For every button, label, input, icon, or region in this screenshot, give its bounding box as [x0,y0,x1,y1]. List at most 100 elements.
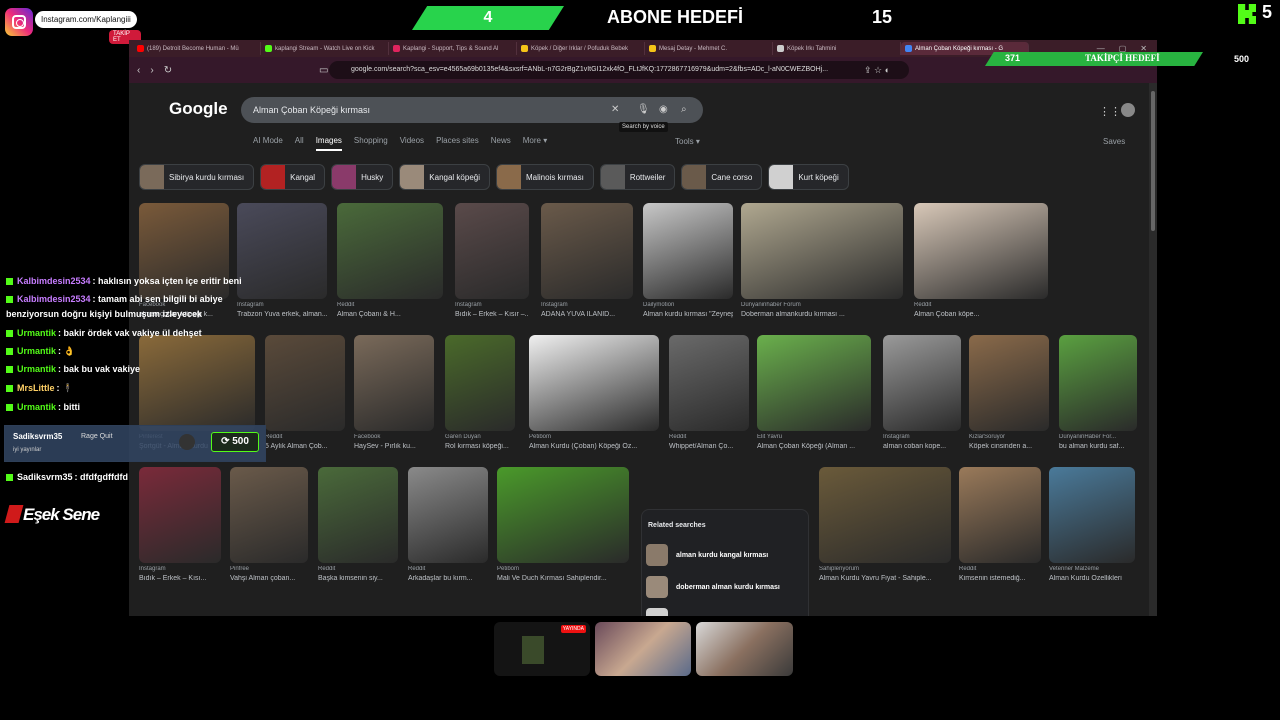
refine-chip[interactable]: Kangal [260,164,326,190]
maximize-icon[interactable]: ▢ [1119,44,1127,53]
image-source[interactable]: Garen Duyan [445,434,515,440]
image-result[interactable] [337,203,443,299]
image-source[interactable]: Petibom [529,434,659,440]
image-result[interactable] [237,203,327,299]
image-caption[interactable]: 5 Aylık Alman Çob... [265,443,345,450]
image-caption[interactable]: HaySev - Pırlık ku... [354,443,434,450]
image-source[interactable]: Reddit [337,302,443,308]
image-caption[interactable]: Alman Kurdu (Çoban) Köpeği Öz... [529,443,659,450]
search-tab[interactable]: Videos [400,136,424,151]
related-search-item[interactable]: doberman alman kurdu kırması [646,574,780,600]
image-source[interactable]: Reddit [265,434,345,440]
image-source[interactable]: KizlarSoruyor [969,434,1049,440]
image-caption[interactable]: bu alman kurdu saf... [1059,443,1137,450]
image-caption[interactable]: Arkadaşlar bu kırm... [408,575,488,582]
search-input[interactable]: Alman Çoban Köpeği kırması ✕ 🎙 ◉ ⌕ [241,97,703,123]
image-source[interactable]: Petibom [497,566,629,572]
image-result[interactable] [757,335,871,431]
image-source[interactable]: Reddit [914,302,1048,308]
browser-tab[interactable]: kaplangi Stream - Watch Live on Kick [261,42,389,55]
image-result[interactable] [354,335,434,431]
refine-chip[interactable]: Rottweiler [599,164,676,190]
image-caption[interactable]: Doberman almankurdu kırması ... [741,311,903,318]
image-result[interactable] [914,203,1048,299]
scrollbar[interactable] [1149,83,1157,616]
bookmark-icon[interactable]: ▭ [319,65,328,76]
image-result[interactable] [669,335,749,431]
image-source[interactable]: Dailymotion [643,302,733,308]
image-result[interactable] [541,203,633,299]
image-source[interactable]: Pinfree [230,566,308,572]
image-source[interactable]: Instagram [883,434,961,440]
image-result[interactable] [139,335,255,431]
search-tab[interactable]: News [491,136,511,151]
reload-icon[interactable]: ↻ [164,65,172,76]
image-result[interactable] [265,335,345,431]
image-source[interactable]: Elit Yavru [757,434,871,440]
image-caption[interactable]: Trabzon Yuva erkek, alman... [237,311,327,318]
extensions-icon[interactable]: ⇪ ☆ ◐ [864,65,890,76]
image-source[interactable]: Instagram [455,302,529,308]
image-caption[interactable]: Rol kırması köpeği... [445,443,515,450]
close-window-icon[interactable]: ✕ [1140,44,1147,53]
image-source[interactable]: DünyaninHaber For... [1059,434,1137,440]
tools-button[interactable]: Tools ▾ [675,137,700,146]
refine-chip[interactable]: Malinois kırması [496,164,594,190]
image-source[interactable]: Dünyaninhaber Forum [741,302,903,308]
image-result[interactable] [883,335,961,431]
search-tab[interactable]: Images [315,136,342,151]
image-caption[interactable]: Alman kurdu kırması "Zeynep ... [643,311,733,318]
camera-icon[interactable]: ◉ [659,97,668,123]
refine-chip[interactable]: Kurt köpeği [768,164,849,190]
image-result[interactable] [741,203,903,299]
image-result[interactable] [139,467,221,563]
image-caption[interactable]: Bıdık – Erkek – Kısır –... [455,311,529,318]
image-result[interactable] [969,335,1049,431]
image-caption[interactable]: Mali Ve Duch Kırması Sahiplendir... [497,575,629,582]
avatar[interactable] [1121,103,1135,117]
image-source[interactable]: Reddit [318,566,398,572]
image-result[interactable] [1059,335,1137,431]
refine-chip[interactable]: Cane corso [681,164,763,190]
microphone-icon[interactable]: 🎙 [637,97,650,123]
image-result[interactable] [959,467,1041,563]
browser-tab[interactable]: Köpek / Diğer Irklar / Pofuduk Bebek [517,42,645,55]
image-result[interactable] [230,467,308,563]
image-caption[interactable]: Alman Çoban köpe... [914,311,1048,318]
image-caption[interactable]: Bıdık – Erkek – Kısı... [139,575,221,582]
google-logo[interactable]: Google [169,99,228,119]
image-result[interactable] [643,203,733,299]
image-caption[interactable]: Alman Kurdu Yavru Fiyat - Sahiple... [819,575,951,582]
image-source[interactable]: Instagram [139,566,221,572]
image-caption[interactable]: Başka kimsenin siy... [318,575,398,582]
browser-tab[interactable]: (189) Detroit Become Human - Mü [133,42,261,55]
search-icon[interactable]: ⌕ [681,97,687,123]
image-result[interactable] [1049,467,1135,563]
image-source[interactable]: Reddit [959,566,1041,572]
image-caption[interactable]: Köpek cinsinden a... [969,443,1049,450]
address-bar[interactable]: google.com/search?sca_esv=e4565a69b0135e… [329,61,909,79]
refine-chip[interactable]: Sibirya kurdu kırması [139,164,255,190]
refine-chip[interactable]: Husky [331,164,394,190]
clear-icon[interactable]: ✕ [611,97,619,123]
image-source[interactable]: Reddit [408,566,488,572]
refine-chip[interactable]: Kangal köpeği [399,164,491,190]
image-caption[interactable]: ADANA YUVA İLANID... [541,311,633,318]
search-tab[interactable]: Shopping [354,136,388,151]
image-result[interactable] [445,335,515,431]
image-caption[interactable]: Kimsenin istemediğ... [959,575,1041,582]
search-tab[interactable]: AI Mode [253,136,283,151]
image-source[interactable]: Sahiplenyorum [819,566,951,572]
image-caption[interactable]: Alman Çoban Köpeği (Alman ... [757,443,871,450]
saves-button[interactable]: Saves [1103,137,1125,146]
image-result[interactable] [408,467,488,563]
image-result[interactable] [318,467,398,563]
minimize-icon[interactable]: — [1097,44,1105,53]
search-tab[interactable]: Places sites [436,136,479,151]
browser-tab[interactable]: Kaplangi - Support, Tips & Sound Al [389,42,517,55]
related-search-item[interactable]: alman kurdu kangal kırması [646,542,768,568]
image-result[interactable] [819,467,951,563]
back-icon[interactable]: ‹ [137,65,140,76]
image-caption[interactable]: Alman Kurdu Özellikleri [1049,575,1135,582]
browser-tab[interactable]: Köpek Irkı Tahmini [773,42,901,55]
